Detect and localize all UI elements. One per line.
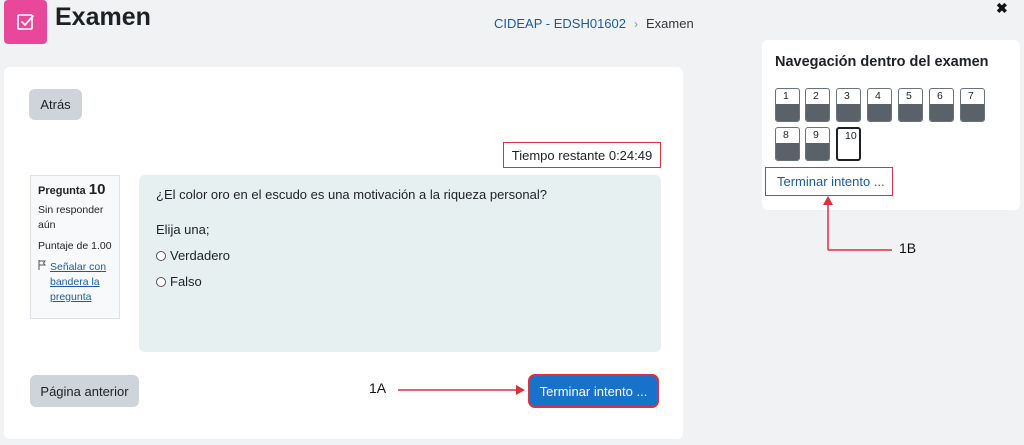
time-remaining: Tiempo restante 0:24:49 <box>503 142 661 168</box>
nav-question-number: 7 <box>968 90 974 102</box>
question-text: ¿El color oro en el escudo es una motiva… <box>156 187 547 202</box>
close-icon[interactable]: ✖ <box>996 0 1008 17</box>
answer-option-label[interactable]: Verdadero <box>170 248 230 263</box>
question-number: Pregunta 10 <box>38 182 112 199</box>
finish-attempt-link[interactable]: Terminar intento ... <box>765 167 893 196</box>
question-status: Sin responder aún <box>38 204 104 231</box>
flag-icon <box>38 260 47 305</box>
nav-question-number: 5 <box>906 90 912 102</box>
annotation-arrow-1a <box>398 385 525 395</box>
quiz-navigation-block: Navegación dentro del examen 1 2 3 4 5 6… <box>762 40 1020 210</box>
previous-page-button[interactable]: Página anterior <box>30 375 139 407</box>
nav-question-number: 10 <box>845 130 857 142</box>
quiz-main-card: Atrás Tiempo restante 0:24:49 Pregunta 1… <box>4 67 683 439</box>
breadcrumb-course-link[interactable]: CIDEAP - EDSH01602 <box>494 16 626 31</box>
quiz-icon <box>4 0 47 44</box>
question-number-value: 10 <box>88 181 106 198</box>
finish-attempt-button[interactable]: Terminar intento ... <box>528 374 659 408</box>
nav-question-9[interactable]: 9 <box>805 127 830 161</box>
radio-button[interactable] <box>156 250 166 261</box>
radio-button[interactable] <box>156 276 166 287</box>
breadcrumb-current: Examen <box>646 16 694 31</box>
back-button[interactable]: Atrás <box>29 89 82 120</box>
nav-question-1[interactable]: 1 <box>775 88 800 122</box>
answer-option-verdadero[interactable]: Verdadero <box>156 248 644 263</box>
nav-question-number: 1 <box>783 90 789 102</box>
nav-question-number: 3 <box>844 90 850 102</box>
chevron-right-icon: › <box>634 16 638 31</box>
question-label: Pregunta <box>38 185 86 197</box>
page-title: Examen <box>55 3 151 31</box>
answer-option-falso[interactable]: Falso <box>156 274 644 289</box>
nav-question-2[interactable]: 2 <box>805 88 830 122</box>
question-info-box: Pregunta 10 Sin responder aún Puntaje de… <box>30 175 120 319</box>
nav-question-4[interactable]: 4 <box>867 88 892 122</box>
flag-question-text[interactable]: Señalar con bandera la pregunta <box>50 260 112 305</box>
annotation-1a: 1A <box>369 380 387 396</box>
question-score: Puntaje de 1.00 <box>38 240 112 252</box>
answer-option-label[interactable]: Falso <box>170 274 202 289</box>
nav-question-number: 4 <box>875 90 881 102</box>
quiz-navigation-title: Navegación dentro del examen <box>775 54 989 70</box>
nav-question-6[interactable]: 6 <box>929 88 954 122</box>
nav-question-10-current[interactable]: 10 <box>836 127 861 161</box>
annotation-1b: 1B <box>899 240 917 256</box>
nav-question-3[interactable]: 3 <box>836 88 861 122</box>
nav-question-5[interactable]: 5 <box>898 88 923 122</box>
nav-question-7[interactable]: 7 <box>960 88 985 122</box>
nav-question-number: 8 <box>783 129 789 141</box>
flag-question-link[interactable]: Señalar con bandera la pregunta <box>38 260 112 305</box>
nav-question-number: 9 <box>813 129 819 141</box>
breadcrumb: CIDEAP - EDSH01602 › Examen <box>494 16 694 31</box>
nav-question-8[interactable]: 8 <box>775 127 800 161</box>
answer-prompt: Elija una; <box>156 222 210 237</box>
nav-question-number: 6 <box>937 90 943 102</box>
question-content: ¿El color oro en el escudo es una motiva… <box>139 175 661 352</box>
annotation-arrow-1b <box>823 196 892 251</box>
nav-question-number: 2 <box>813 90 819 102</box>
